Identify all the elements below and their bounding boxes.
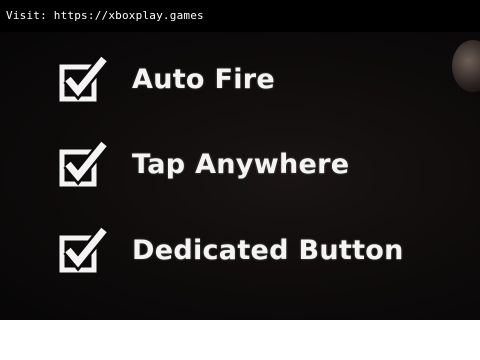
option-auto-fire[interactable]: Auto Fire <box>58 55 275 103</box>
checked-checkbox-icon[interactable] <box>58 140 114 188</box>
source-caption: Visit: https://xboxplay.games <box>6 9 204 22</box>
option-tap-anywhere[interactable]: Tap Anywhere <box>58 140 349 188</box>
source-caption-bar: Visit: https://xboxplay.games <box>0 0 480 32</box>
letterbox-bottom <box>0 320 480 360</box>
video-frame: Visit: https://xboxplay.games Auto Fire <box>0 0 480 360</box>
checked-checkbox-icon[interactable] <box>58 226 114 274</box>
checked-checkbox-icon[interactable] <box>58 55 114 103</box>
light-glare <box>452 40 480 92</box>
option-label: Tap Anywhere <box>132 148 350 180</box>
option-dedicated-button[interactable]: Dedicated Button <box>58 226 404 274</box>
option-label: Auto Fire <box>132 63 275 95</box>
option-label: Dedicated Button <box>132 234 404 266</box>
fire-mode-settings-screen: Auto Fire Tap Anywhere Dedicated Button <box>0 32 480 320</box>
